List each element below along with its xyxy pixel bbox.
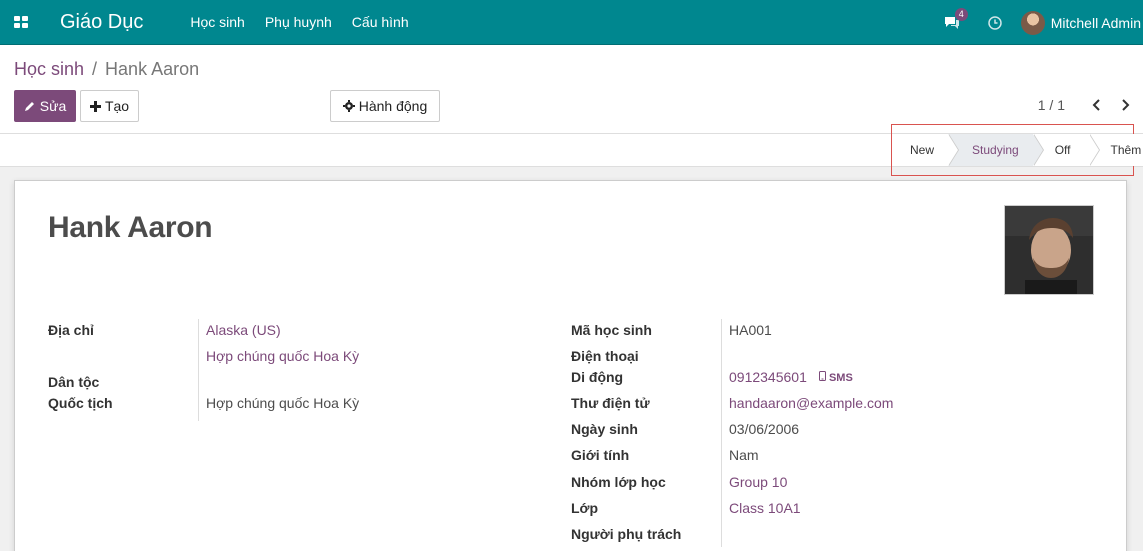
- mobile-phone-icon: [818, 370, 826, 381]
- class-group-label: Nhóm lớp học: [571, 474, 666, 490]
- birthday-label: Ngày sinh: [571, 421, 638, 437]
- plus-icon: [89, 100, 101, 112]
- create-button-label: Tạo: [104, 98, 130, 114]
- mobile-value-link[interactable]: 0912345601: [729, 369, 807, 385]
- breadcrumb-separator: /: [92, 59, 98, 79]
- stage-more-label: Thêm: [1110, 143, 1142, 157]
- form-statusbar-row: New Studying Off Thêm: [0, 124, 1143, 176]
- phone-label: Điện thoại: [571, 348, 639, 364]
- mobile-label: Di động: [571, 369, 624, 385]
- nationality-label: Quốc tịch: [48, 395, 113, 411]
- top-navbar: Giáo Dục Học sinh Phụ huynh Cấu hình 4 M…: [0, 0, 1143, 45]
- student-photo[interactable]: [1004, 205, 1094, 295]
- pager-value[interactable]: 1 / 1: [1038, 97, 1065, 113]
- stage-studying[interactable]: Studying: [948, 134, 1044, 166]
- breadcrumb-parent-link[interactable]: Học sinh: [14, 59, 84, 80]
- action-button-label: Hành động: [358, 98, 428, 114]
- student-photo-image: [1005, 206, 1093, 294]
- address-label: Địa chỉ: [48, 322, 94, 338]
- user-name[interactable]: Mitchell Admin: [1051, 15, 1141, 31]
- chevron-left-icon[interactable]: [1089, 97, 1105, 113]
- stage-statusbar: New Studying Off Thêm: [896, 134, 1143, 166]
- student-code-label: Mã học sinh: [571, 322, 652, 338]
- form-sheet: Hank Aaron Địa chỉ Alaska (US) Hợp chúng…: [14, 180, 1127, 551]
- class-group-link[interactable]: Group 10: [729, 474, 787, 490]
- gear-icon: [342, 100, 355, 112]
- student-code-value: HA001: [729, 322, 772, 338]
- menu-item-students[interactable]: Học sinh: [190, 14, 244, 30]
- record-title: Hank Aaron: [48, 211, 213, 244]
- address-state-link[interactable]: Alaska (US): [206, 322, 281, 338]
- app-brand[interactable]: Giáo Dục: [60, 11, 143, 34]
- pencil-icon: [24, 102, 34, 111]
- navbar-systray: 4 Mitchell Admin: [944, 0, 1143, 45]
- address-country-link[interactable]: Hợp chúng quốc Hoa Kỳ: [206, 348, 359, 364]
- breadcrumb: Học sinh / Hank Aaron: [14, 59, 199, 80]
- activity-clock-icon[interactable]: [987, 15, 1002, 30]
- right-column-divider: [721, 319, 722, 547]
- chat-icon[interactable]: 4: [944, 7, 968, 30]
- ethnicity-label: Dân tộc: [48, 374, 100, 390]
- stage-new[interactable]: New: [896, 134, 960, 166]
- control-panel: Học sinh / Hank Aaron Sửa Tạo Hành động …: [0, 45, 1143, 134]
- main-menu: Học sinh Phụ huynh Cấu hình: [190, 14, 428, 30]
- edit-button[interactable]: Sửa: [14, 90, 76, 122]
- gender-value: Nam: [729, 447, 759, 463]
- mobile-field: 0912345601 SMS: [729, 369, 853, 385]
- apps-menu-icon[interactable]: [14, 16, 28, 28]
- left-column-divider: [198, 319, 199, 421]
- class-link[interactable]: Class 10A1: [729, 500, 801, 516]
- birthday-value: 03/06/2006: [729, 421, 800, 437]
- menu-item-configuration[interactable]: Cấu hình: [352, 14, 409, 30]
- action-dropdown-button[interactable]: Hành động: [330, 90, 440, 122]
- user-avatar[interactable]: [1020, 10, 1045, 35]
- chat-count-badge: 4: [954, 7, 968, 21]
- menu-item-parents[interactable]: Phụ huynh: [265, 14, 332, 30]
- responsible-label: Người phụ trách: [571, 526, 682, 542]
- send-sms-button[interactable]: SMS: [818, 370, 853, 384]
- chevron-right-icon[interactable]: [1117, 97, 1133, 113]
- edit-button-label: Sửa: [39, 98, 67, 114]
- create-button[interactable]: Tạo: [80, 90, 139, 122]
- nationality-value: Hợp chúng quốc Hoa Kỳ: [206, 395, 360, 411]
- breadcrumb-current: Hank Aaron: [105, 59, 200, 79]
- email-value-link[interactable]: handaaron@example.com: [729, 395, 893, 411]
- send-sms-label: SMS: [828, 371, 853, 384]
- class-label: Lớp: [571, 500, 599, 516]
- email-label: Thư điện tử: [571, 395, 650, 411]
- gender-label: Giới tính: [571, 447, 630, 463]
